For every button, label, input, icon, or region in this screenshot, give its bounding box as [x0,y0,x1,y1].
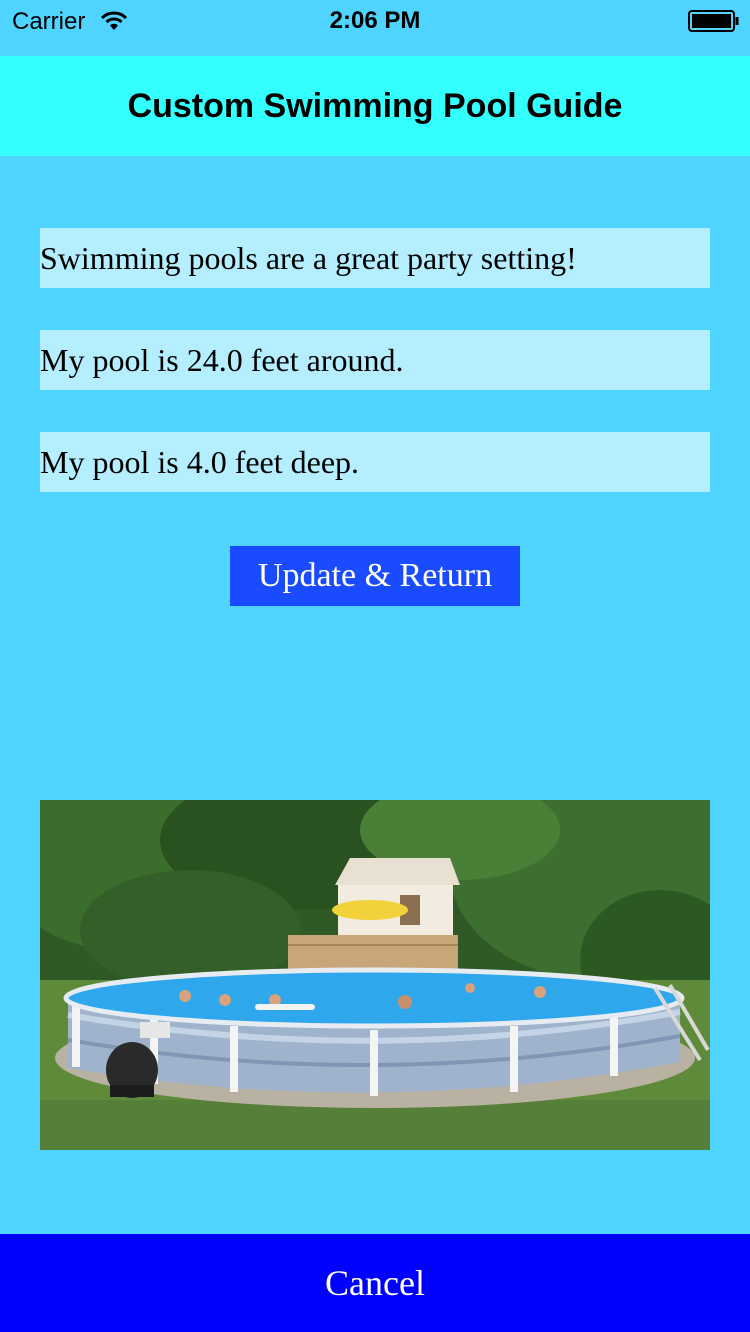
status-time: 2:06 PM [329,7,421,34]
circumference-field[interactable]: My pool is 24.0 feet around. [40,330,710,390]
depth-field[interactable]: My pool is 4.0 feet deep. [40,432,710,492]
cancel-button[interactable]: Cancel [0,1234,750,1332]
update-return-button[interactable]: Update & Return [230,546,520,606]
page-title: Custom Swimming Pool Guide [127,86,623,125]
navigation-bar: Custom Swimming Pool Guide [0,56,750,156]
battery-icon [688,10,740,32]
pool-image [40,800,710,1150]
status-bar: Carrier 2:06 PM [0,0,750,56]
description-field[interactable]: Swimming pools are a great party setting… [40,228,710,288]
cancel-label: Cancel [325,1263,425,1303]
